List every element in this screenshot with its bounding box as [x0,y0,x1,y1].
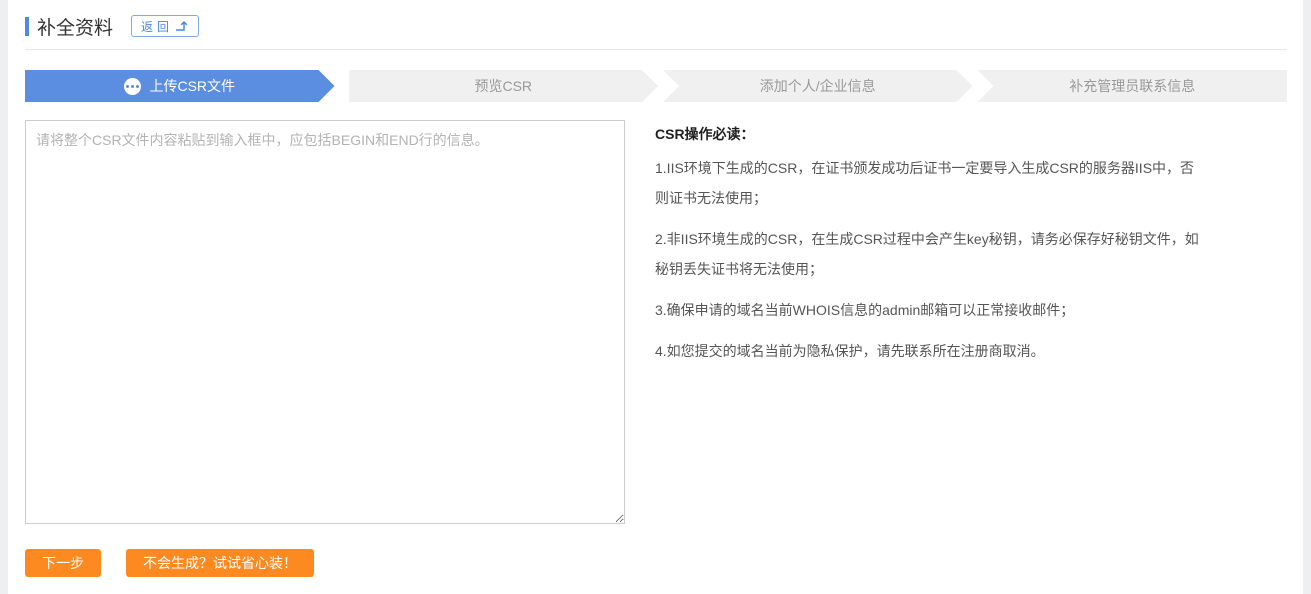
header-divider [25,49,1287,50]
notice-item: 2.非IIS环境生成的CSR，在生成CSR过程中会产生key秘钥，请务必保存好秘… [655,224,1203,284]
next-step-button[interactable]: 下一步 [25,549,101,577]
action-bar: 下一步 不会生成？试试省心装！ [25,549,1287,577]
step-label: 添加个人/企业信息 [760,76,876,96]
step-label: 补充管理员联系信息 [1069,76,1195,96]
back-button[interactable]: 返回 [131,15,199,37]
back-button-label: 返回 [141,18,173,35]
step-upload-csr[interactable]: 上传CSR文件 [25,70,335,102]
step-label: 上传CSR文件 [149,76,235,96]
csr-input[interactable] [25,120,625,524]
notice-title: CSR操作必读： [655,120,1203,148]
step-label: 预览CSR [474,76,532,96]
ellipsis-icon [124,78,141,95]
step-preview-csr[interactable]: 预览CSR [349,70,659,102]
page-title: 补全资料 [37,13,113,40]
title-accent-bar [25,17,29,36]
main-content: CSR操作必读： 1.IIS环境下生成的CSR，在证书颁发成功后证书一定要导入生… [25,120,1287,524]
page-header: 补全资料 返回 [25,14,1287,38]
notice-item: 1.IIS环境下生成的CSR，在证书颁发成功后证书一定要导入生成CSR的服务器I… [655,153,1203,213]
csr-notice-panel: CSR操作必读： 1.IIS环境下生成的CSR，在证书颁发成功后证书一定要导入生… [655,120,1203,524]
step-add-info[interactable]: 添加个人/企业信息 [663,70,973,102]
step-admin-contact[interactable]: 补充管理员联系信息 [978,70,1288,102]
content-panel: 补全资料 返回 上传CSR文件 预览CSR 添加个人/企业信息 补充管理员联系信… [8,0,1303,594]
return-arrow-icon [175,20,189,32]
wizard-stepper: 上传CSR文件 预览CSR 添加个人/企业信息 补充管理员联系信息 [25,70,1287,102]
notice-item: 4.如您提交的域名当前为隐私保护，请先联系所在注册商取消。 [655,336,1203,366]
easy-install-button[interactable]: 不会生成？试试省心装！ [126,549,314,577]
notice-item: 3.确保申请的域名当前WHOIS信息的admin邮箱可以正常接收邮件； [655,295,1203,325]
